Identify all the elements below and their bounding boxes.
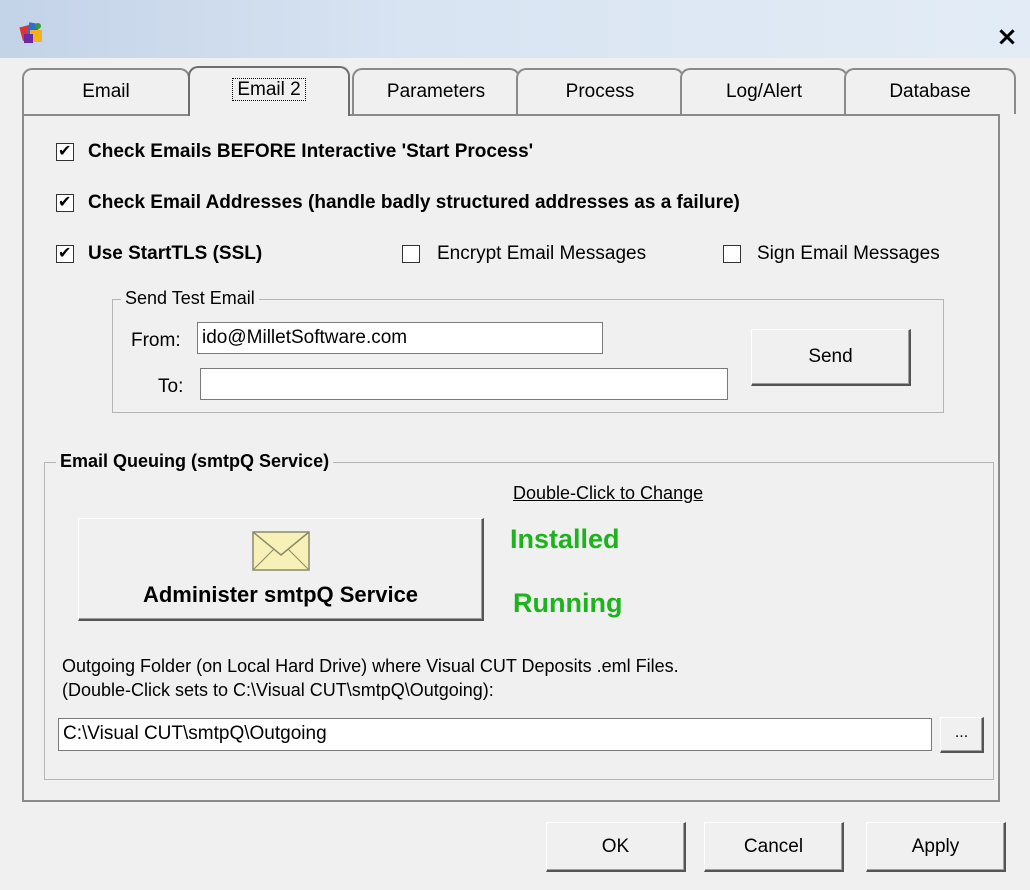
use-starttls-label[interactable]: Use StartTLS (SSL) [88,243,262,265]
apply-button[interactable]: Apply [866,822,1006,872]
administer-smtpq-label: Administer smtpQ Service [142,582,419,607]
from-email-field[interactable]: ido@MilletSoftware.com [197,322,603,354]
running-status[interactable]: Running [513,588,622,619]
envelope-icon [252,531,310,571]
check-addresses-checkbox[interactable] [56,192,74,212]
cancel-button[interactable]: Cancel [704,822,844,872]
panel-content: Check Emails BEFORE Interactive 'Start P… [0,0,1030,890]
sign-messages-label[interactable]: Sign Email Messages [757,243,940,265]
folder-desc-line-2: (Double-Click sets to C:\Visual CUT\smtp… [62,680,494,700]
encrypt-messages-label[interactable]: Encrypt Email Messages [437,243,646,265]
check-addresses-label[interactable]: Check Email Addresses (handle badly stru… [88,192,740,214]
from-label: From: [131,330,181,351]
check-before-start-label[interactable]: Check Emails BEFORE Interactive 'Start P… [88,141,533,163]
check-before-start-checkbox[interactable] [56,141,74,161]
settings-dialog: × Email Email 2 Parameters Process Log/A… [0,0,1030,890]
to-label: To: [158,376,184,397]
email-queuing-title: Email Queuing (smtpQ Service) [56,451,334,472]
folder-desc-line-1: Outgoing Folder (on Local Hard Drive) wh… [62,656,679,676]
encrypt-messages-checkbox[interactable] [402,245,420,263]
send-test-email-title: Send Test Email [121,288,259,309]
ok-button[interactable]: OK [546,822,686,872]
send-button[interactable]: Send [751,329,911,386]
use-starttls-checkbox[interactable] [56,243,74,263]
to-email-field[interactable] [200,368,728,400]
sign-messages-checkbox[interactable] [723,245,741,263]
installed-status[interactable]: Installed [510,524,620,555]
outgoing-folder-field[interactable]: C:\Visual CUT\smtpQ\Outgoing [58,718,932,751]
administer-smtpq-button[interactable]: Administer smtpQ Service [78,518,484,621]
browse-folder-button[interactable]: ... [940,717,984,753]
outgoing-folder-description: Outgoing Folder (on Local Hard Drive) wh… [62,654,679,702]
double-click-hint: Double-Click to Change [513,483,704,503]
